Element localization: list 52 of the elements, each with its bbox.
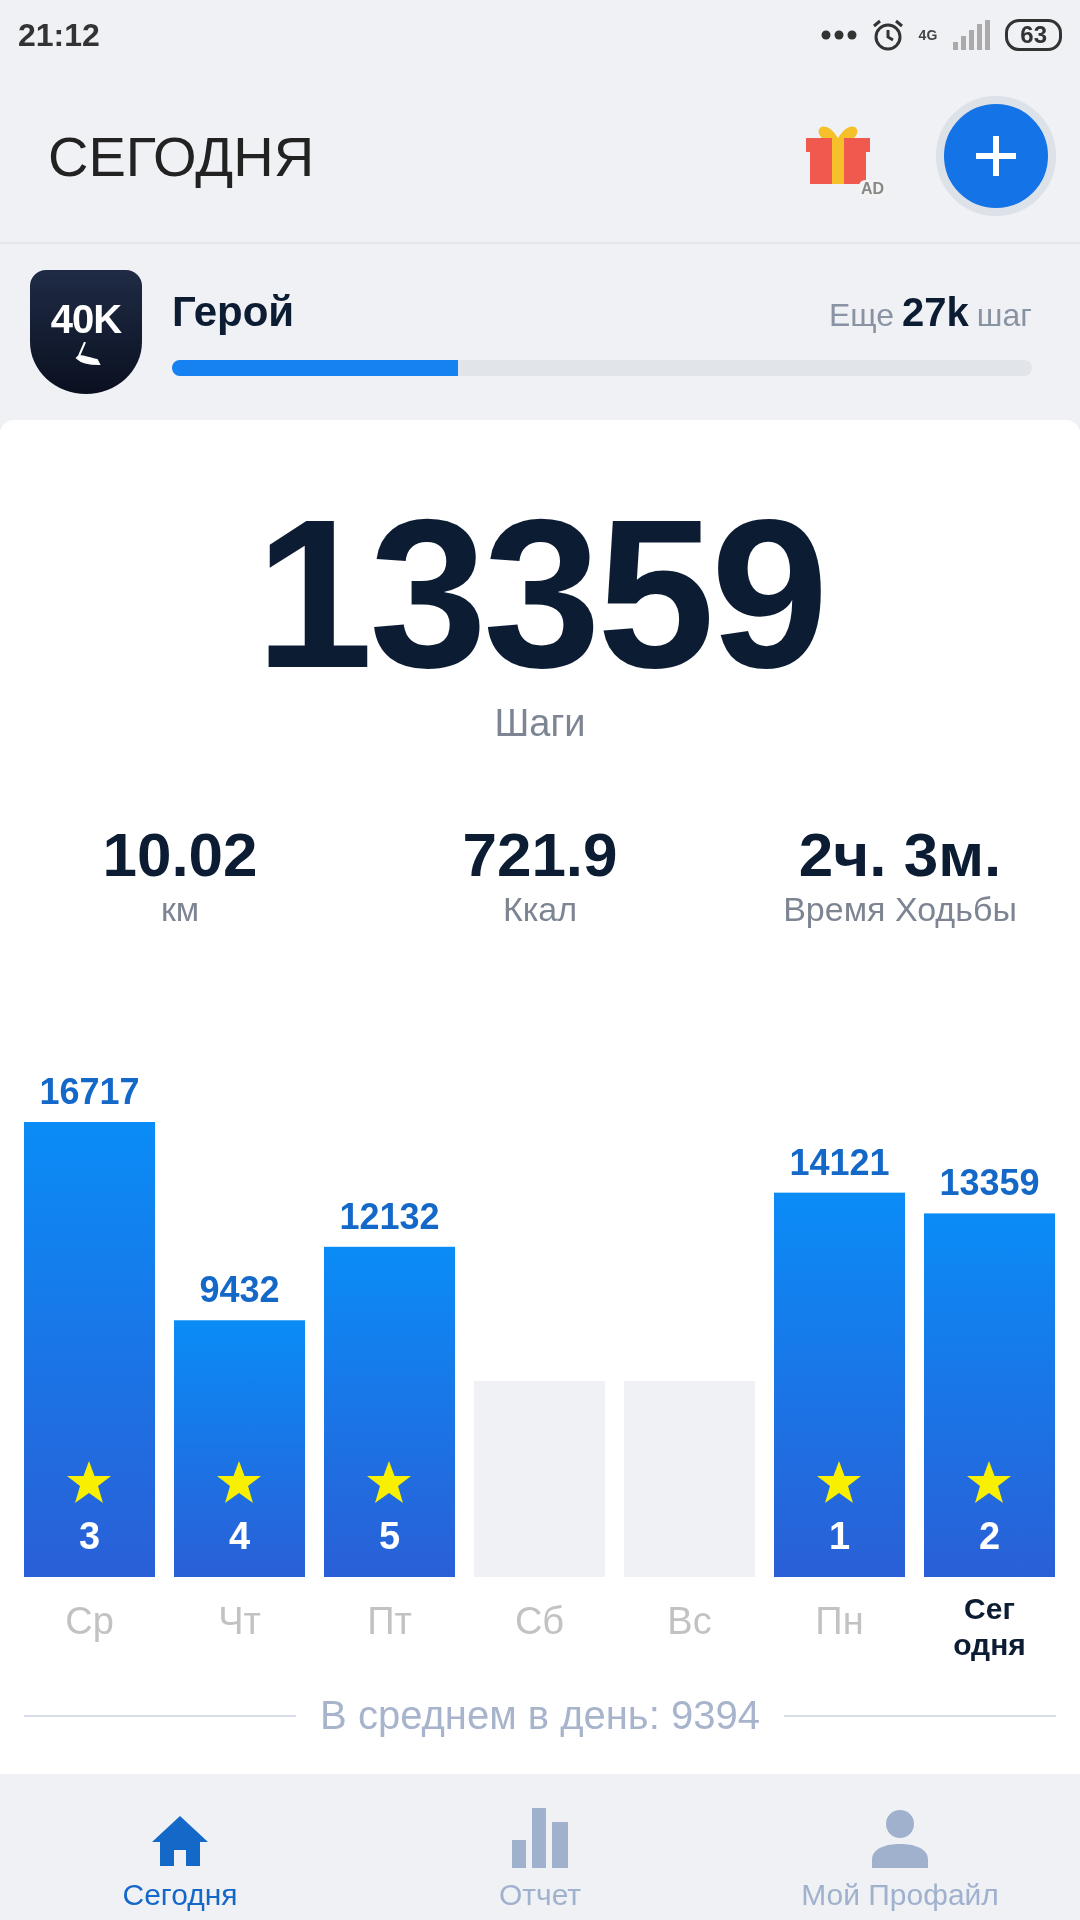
page-title: СЕГОДНЯ (48, 123, 316, 189)
star-count: 5 (378, 1515, 401, 1557)
bar-chart-icon (510, 1808, 570, 1868)
stat-value: 10.02 (102, 819, 258, 890)
star-icon (967, 1461, 1011, 1503)
home-icon (150, 1814, 210, 1868)
star-count: 4 (228, 1515, 251, 1557)
ad-label: AD (858, 180, 886, 198)
star-icon (817, 1461, 861, 1503)
more-dots-icon (820, 30, 857, 40)
star-icon (67, 1461, 111, 1503)
status-time: 21:12 (18, 16, 101, 54)
plus-icon (974, 134, 1018, 178)
goal-name: Герой (172, 288, 295, 336)
remaining-label: Еще (829, 297, 895, 333)
star-icon (367, 1461, 411, 1503)
nav-tab[interactable]: Отчет (360, 1774, 720, 1920)
stat-value: 2ч. 3м. (798, 819, 1002, 890)
day-label: Пт (367, 1600, 412, 1642)
stat-value: 721.9 (462, 819, 618, 890)
network-type: 4G (918, 27, 938, 43)
bar-value: 16717 (39, 1071, 140, 1112)
star-icon (217, 1461, 261, 1503)
stat-label: км (160, 890, 200, 929)
alarm-clock-icon (870, 18, 905, 52)
battery-level: 63 (1005, 19, 1062, 51)
bar-value: 14121 (789, 1141, 890, 1183)
step-count: 13359 (255, 488, 825, 700)
signal-icon (951, 20, 992, 50)
achievement-badge: 40K (30, 270, 142, 394)
star-count: 1 (828, 1515, 851, 1557)
bar-value: 13359 (939, 1162, 1040, 1204)
day-label: Сб (514, 1600, 565, 1642)
stat-label: Ккал (502, 890, 578, 929)
bar-value: 9432 (199, 1269, 280, 1311)
star-count: 2 (978, 1515, 1001, 1557)
steps-unit: шаг (976, 297, 1032, 333)
day-label: Чт (218, 1600, 261, 1642)
gift-button[interactable]: AD (802, 114, 886, 198)
nav-tab[interactable]: Сегодня (0, 1774, 360, 1920)
day-label: Сег одня (953, 1592, 1026, 1661)
day-label: Вс (667, 1600, 712, 1642)
day-label: Ср (65, 1600, 114, 1642)
person-icon (871, 1810, 929, 1868)
step-label: Шаги (494, 702, 586, 745)
star-count: 3 (78, 1515, 101, 1557)
day-label: Пн (815, 1600, 864, 1642)
remaining-steps: 27k (902, 290, 969, 334)
daily-average: В среднем в день: 9394 (320, 1693, 760, 1738)
stat-label: Время Ходьбы (783, 890, 1017, 929)
bar-value: 12132 (339, 1195, 440, 1237)
nav-tab[interactable]: Мой Профайл (720, 1774, 1080, 1920)
